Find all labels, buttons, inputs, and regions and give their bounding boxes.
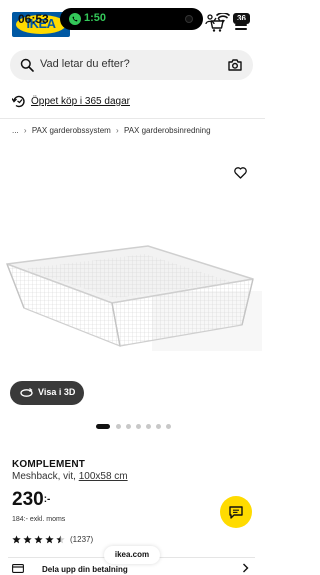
breadcrumb-ellipsis[interactable]: ... [12, 126, 19, 135]
carousel-dot[interactable] [136, 424, 141, 429]
review-count[interactable]: (1237) [70, 535, 93, 544]
dynamic-island[interactable]: 1:50 [60, 8, 203, 30]
search-bar[interactable]: Vad letar du efter? [10, 50, 253, 80]
star-full-icon [45, 535, 54, 544]
carousel-dot[interactable] [146, 424, 151, 429]
return-arrow-icon [12, 95, 25, 108]
view-3d-label: Visa i 3D [38, 387, 76, 397]
product-name: KOMPLEMENT [12, 459, 86, 470]
camera-dot [185, 15, 193, 23]
divider [0, 118, 265, 119]
menu-icon[interactable] [235, 20, 247, 30]
camera-icon[interactable] [228, 58, 242, 72]
cart-icon[interactable] [209, 17, 225, 33]
breadcrumb: ... › PAX garderobssystem › PAX garderob… [12, 126, 214, 135]
price-currency: :- [43, 494, 51, 505]
search-placeholder[interactable]: Vad letar du efter? [40, 58, 130, 70]
price-excl-vat: 184:- exkl. moms [12, 516, 66, 523]
favorite-heart-icon[interactable] [234, 167, 247, 179]
carousel-dot[interactable] [156, 424, 161, 429]
search-icon [20, 58, 34, 72]
product-type: Meshback, vit, [12, 471, 76, 482]
chevron-right-icon [243, 563, 249, 573]
status-time: 06:53 [18, 12, 49, 26]
browser-url-pill[interactable]: ikea.com [104, 546, 160, 564]
view-3d-button[interactable]: Visa i 3D [10, 381, 84, 405]
product-price: 230:- [12, 489, 50, 511]
carousel-dot-active[interactable] [96, 424, 110, 429]
product-description: Meshback, vit, 100x58 cm [12, 471, 128, 482]
top-bar: IKEA 06:53 1:50 36 [0, 0, 265, 44]
star-full-icon [34, 535, 43, 544]
return-policy-text[interactable]: Öppet köp i 365 dagar [31, 96, 130, 107]
product-dimensions-link[interactable]: 100x58 cm [79, 471, 128, 482]
star-half-icon [56, 535, 65, 544]
product-image-mesh-basket [5, 245, 262, 351]
carousel-dot[interactable] [166, 424, 171, 429]
call-duration: 1:50 [84, 12, 107, 24]
carousel-dot[interactable] [116, 424, 121, 429]
carousel-dot[interactable] [126, 424, 131, 429]
phone-icon [69, 13, 81, 25]
breadcrumb-item-pax-system[interactable]: PAX garderobssystem [32, 126, 111, 135]
rotate-3d-icon [20, 388, 33, 397]
star-full-icon [12, 535, 21, 544]
breadcrumb-separator-icon: › [23, 126, 27, 135]
star-full-icon [23, 535, 32, 544]
payment-text: Dela upp din betalning [42, 565, 128, 574]
chat-button[interactable] [220, 496, 252, 528]
card-icon [12, 564, 24, 573]
breadcrumb-item-pax-interior[interactable]: PAX garderobsinredning [124, 126, 211, 135]
breadcrumb-separator-icon: › [116, 126, 119, 135]
price-value: 230 [12, 489, 44, 510]
chat-bubble-icon [229, 506, 243, 519]
